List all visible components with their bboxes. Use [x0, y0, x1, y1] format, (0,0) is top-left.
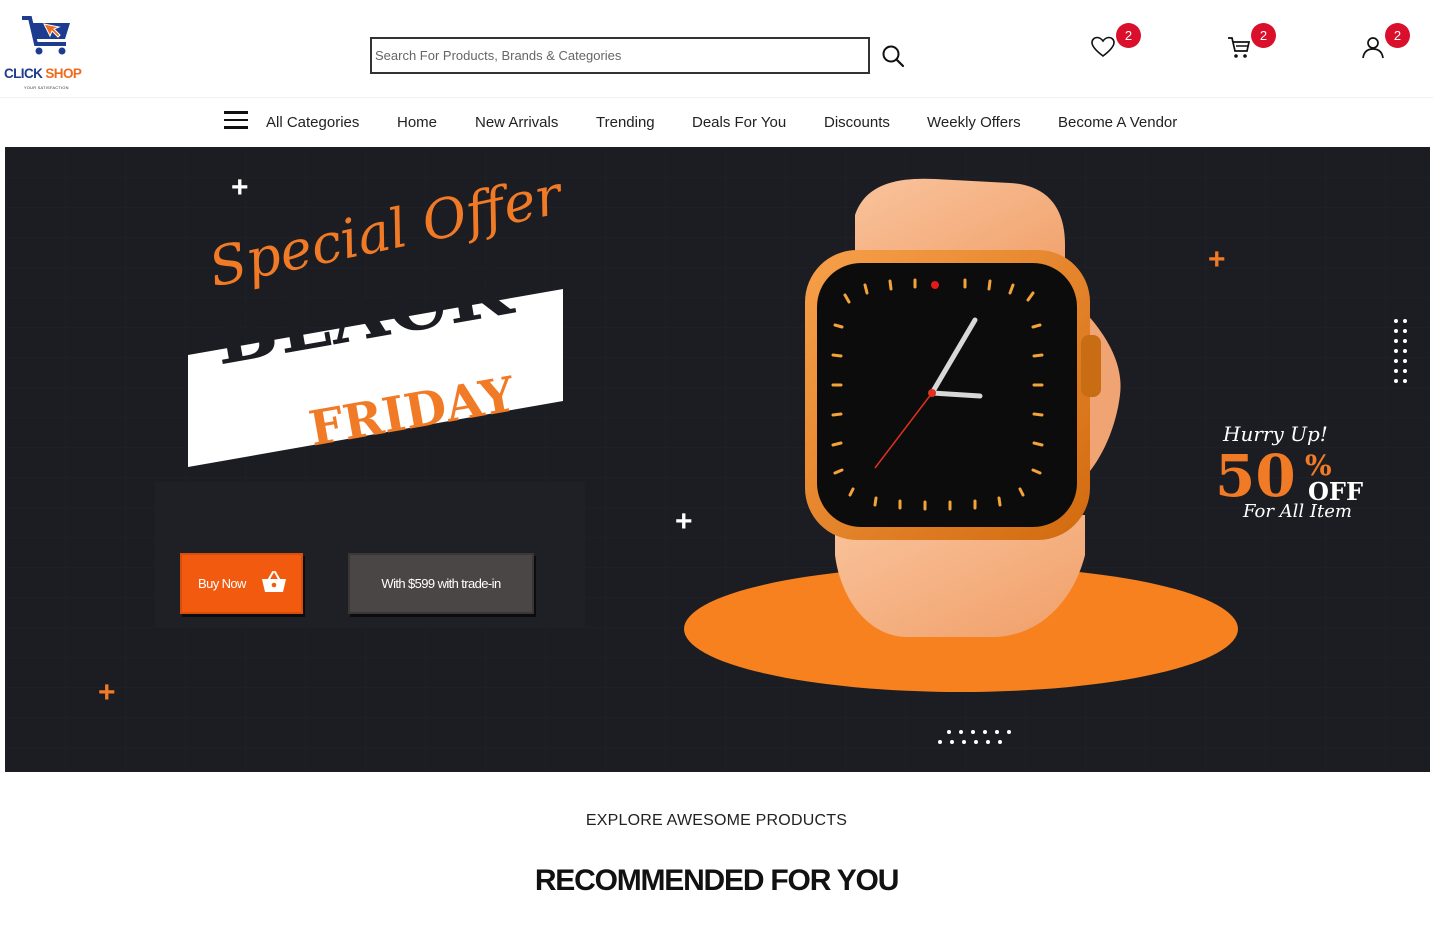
nav-home[interactable]: Home [397, 114, 437, 131]
wishlist-count-badge: 2 [1116, 23, 1141, 48]
nav-all-categories[interactable]: All Categories [266, 114, 359, 131]
cart-count-badge: 2 [1251, 23, 1276, 48]
search-field[interactable] [370, 37, 870, 74]
nav-weekly-offers[interactable]: Weekly Offers [927, 114, 1021, 131]
cart-icon[interactable] [1226, 35, 1252, 61]
brand-name: CLICK SHOP [4, 66, 82, 81]
plus-decoration: + [1208, 243, 1226, 276]
basket-icon [262, 571, 286, 592]
main-nav: All Categories Home New Arrivals Trendin… [0, 99, 1433, 147]
hamburger-icon[interactable] [224, 111, 248, 129]
logo[interactable]: CLICK SHOP YOUR SATISFACTION [4, 14, 94, 94]
account-count-badge: 2 [1385, 23, 1410, 48]
discount-value: 50 [1215, 442, 1296, 510]
search-icon[interactable] [881, 44, 905, 68]
search-input[interactable] [372, 39, 868, 72]
buy-now-button[interactable]: Buy Now [180, 553, 303, 614]
nav-discounts[interactable]: Discounts [824, 114, 890, 131]
plus-decoration: + [98, 676, 116, 709]
nav-trending[interactable]: Trending [596, 114, 655, 131]
plus-decoration: + [675, 505, 693, 538]
section-eyebrow: EXPLORE AWESOME PRODUCTS [585, 812, 848, 829]
plus-decoration: + [231, 171, 249, 204]
heart-icon[interactable] [1090, 34, 1116, 60]
for-all-item-script: For All Item [1243, 501, 1352, 522]
hero-banner[interactable]: + + + + Special Offer BLACK FRIDAY Buy N… [5, 147, 1430, 772]
nav-deals-for-you[interactable]: Deals For You [692, 114, 786, 131]
dot-grid-decoration [1394, 319, 1407, 383]
dot-grid-decoration [938, 730, 1011, 744]
nav-new-arrivals[interactable]: New Arrivals [475, 114, 558, 131]
user-icon[interactable] [1360, 35, 1386, 61]
nav-become-vendor[interactable]: Become A Vendor [1058, 114, 1177, 131]
brand-tagline: YOUR SATISFACTION [24, 85, 69, 90]
site-header: CLICK SHOP YOUR SATISFACTION 2 2 2 [0, 0, 1433, 98]
cart-logo-icon [22, 16, 70, 55]
trade-in-button[interactable]: With $599 with trade-in [348, 553, 534, 614]
buy-now-label: Buy Now [198, 576, 246, 591]
smartwatch-image [805, 178, 1121, 637]
section-title: RECOMMENDED FOR YOU [534, 864, 900, 897]
